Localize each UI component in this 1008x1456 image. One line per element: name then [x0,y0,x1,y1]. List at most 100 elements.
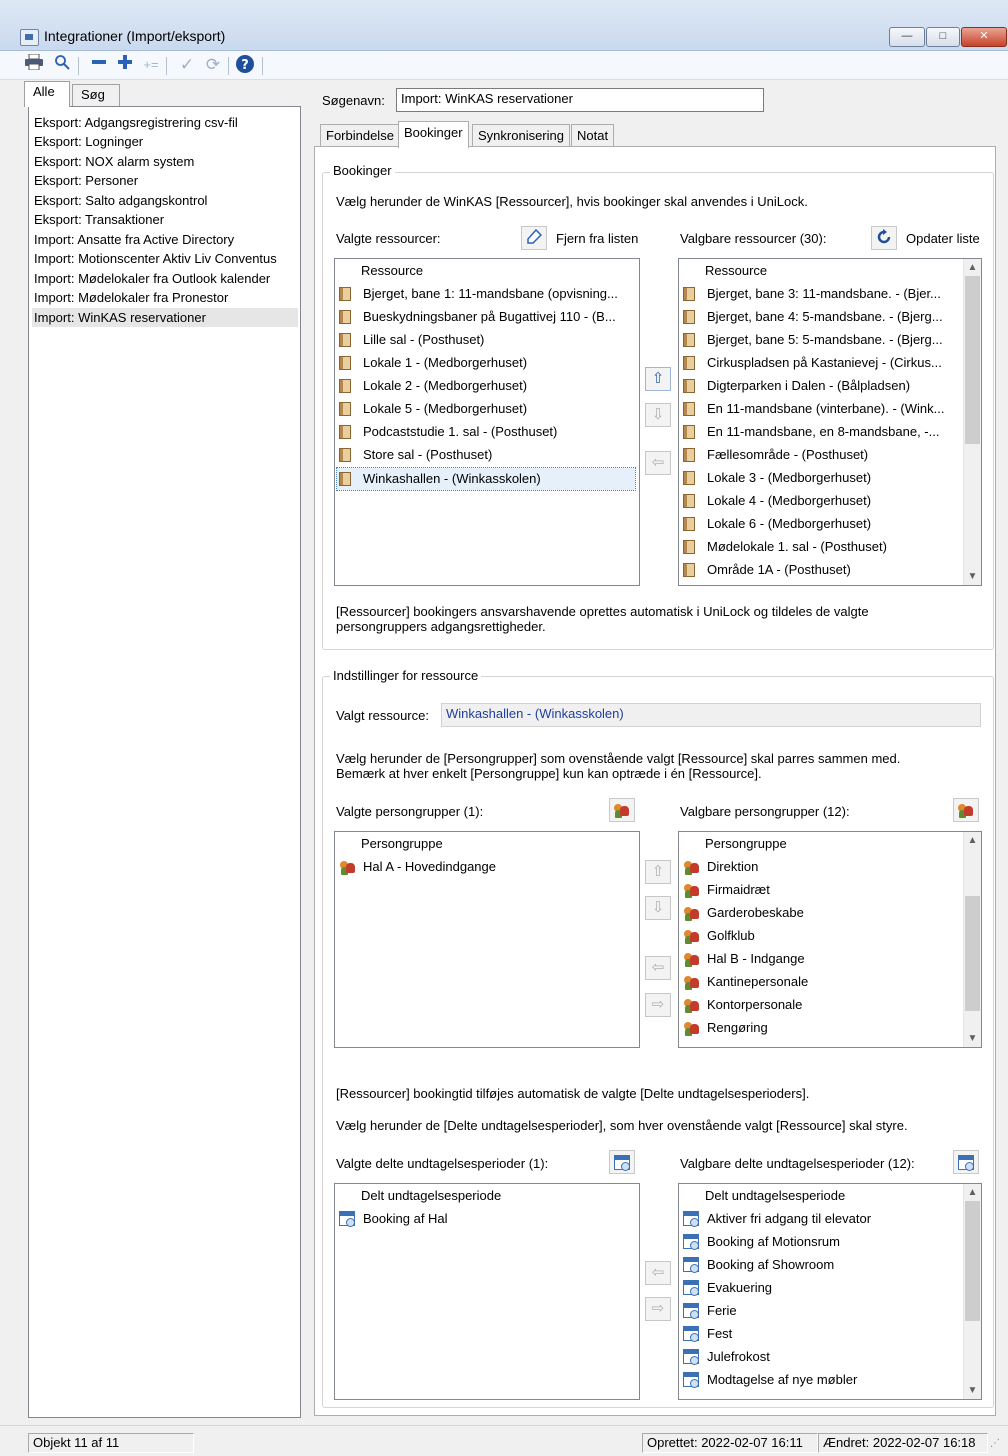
scrollbar[interactable]: ▲ ▼ [963,1184,981,1399]
persongroups-button[interactable] [609,798,635,822]
maximize-button[interactable]: □ [926,27,960,47]
table-row[interactable]: En 11-mandsbane (vinterbane). - (Wink... [681,398,961,420]
table-row[interactable]: Lokale 6 - (Medborgerhuset) [681,513,961,535]
table-row[interactable]: Aktiver fri adgang til elevator [681,1208,961,1230]
table-row[interactable]: Lille sal - (Posthuset) [337,329,637,351]
tab-sog[interactable]: Søg [72,84,120,107]
table-row[interactable]: Lokale 1 - (Medborgerhuset) [337,352,637,374]
table-row[interactable]: Bjerget, bane 5: 5-mandsbane. - (Bjerg..… [681,329,961,351]
available-persongroups-button[interactable] [953,798,979,822]
table-row[interactable]: Område 1A - (Posthuset) [681,559,961,581]
table-row[interactable]: Booking af Hal [337,1208,637,1230]
move-up-button[interactable]: ⇧ [645,367,671,391]
table-row[interactable]: Lokale 4 - (Medborgerhuset) [681,490,961,512]
checkmark-icon[interactable]: ✓ [176,54,198,76]
table-row[interactable]: Bjerget, bane 1: 11-mandsbane (opvisning… [337,283,637,305]
add-list-icon[interactable]: += [140,54,162,76]
print-icon[interactable] [23,53,45,76]
tab-alle[interactable]: Alle [24,81,70,107]
tab-bookinger[interactable]: Bookinger [398,121,469,148]
list-item[interactable]: Eksport: Logninger [32,132,298,151]
tab-notat[interactable]: Notat [571,124,615,147]
table-row[interactable]: Bjerget, bane 3: 11-mandsbane. - (Bjer..… [681,283,961,305]
list-item[interactable]: Eksport: Salto adgangskontrol [32,191,298,210]
scroll-down-icon[interactable]: ▼ [964,568,981,585]
tab-forbindelse[interactable]: Forbindelse [320,124,400,147]
table-row[interactable]: Store sal - (Posthuset) [337,444,637,466]
scroll-up-icon[interactable]: ▲ [964,832,981,849]
table-row[interactable]: Hal B - Indgange [681,948,961,970]
integration-list[interactable]: Eksport: Adgangsregistrering csv-fil Eks… [28,106,301,1418]
list-item[interactable]: Eksport: NOX alarm system [32,152,298,171]
scrollbar[interactable]: ▲ ▼ [963,832,981,1047]
table-row[interactable]: Firmaidræt [681,879,961,901]
table-row[interactable]: Booking af Motionsrum [681,1231,961,1253]
pg-move-left-button[interactable]: ⇦ [645,956,671,980]
table-row[interactable]: Rengøring [681,1017,961,1039]
search-icon[interactable] [51,54,73,76]
scrollbar[interactable]: ▲ ▼ [963,259,981,585]
selected-resources-list[interactable]: Ressource Bjerget, bane 1: 11-mandsbane … [334,258,640,586]
available-resources-list[interactable]: Ressource Bjerget, bane 3: 11-mandsbane.… [678,258,982,586]
table-row[interactable]: Booking af Showroom [681,1254,961,1276]
remove-icon[interactable] [88,54,110,76]
available-persongroups-list[interactable]: Persongruppe Direktion Firmaidræt Garder… [678,831,982,1048]
table-row[interactable]: Garderobeskabe [681,902,961,924]
available-exceptions-list[interactable]: Delt undtagelsesperiode Aktiver fri adga… [678,1183,982,1400]
table-row[interactable]: Kantinepersonale [681,971,961,993]
list-item[interactable]: Import: Ansatte fra Active Directory [32,230,298,249]
refresh-icon[interactable]: ⟳ [202,54,224,76]
resize-grip-icon[interactable]: ⋰ [990,1438,1004,1452]
move-left-button[interactable]: ⇦ [645,451,671,475]
table-row[interactable]: Mødelokale 1. sal - (Posthuset) [681,536,961,558]
refresh-list-label[interactable]: Opdater liste [906,231,980,246]
table-row[interactable]: Modtagelse af nye møbler [681,1369,961,1391]
search-name-input[interactable]: Import: WinKAS reservationer [396,88,764,112]
refresh-list-button[interactable] [871,226,897,250]
scroll-down-icon[interactable]: ▼ [964,1030,981,1047]
table-row[interactable]: Golfklub [681,925,961,947]
table-row[interactable]: Fællesområde - (Posthuset) [681,444,961,466]
table-row[interactable]: Hal A - Hovedindgange [337,856,637,878]
list-item[interactable]: Import: Mødelokaler fra Outlook kalender [32,269,298,288]
table-row[interactable]: Lokale 2 - (Medborgerhuset) [337,375,637,397]
table-row[interactable]: Podcaststudie 1. sal - (Posthuset) [337,421,637,443]
exceptions-button[interactable] [609,1150,635,1174]
list-item[interactable]: Import: Mødelokaler fra Pronestor [32,288,298,307]
table-row[interactable]: Ferie [681,1300,961,1322]
table-row[interactable]: Evakuering [681,1277,961,1299]
pg-move-up-button[interactable]: ⇧ [645,860,671,884]
table-row[interactable]: Lokale 3 - (Medborgerhuset) [681,467,961,489]
table-row[interactable]: En 11-mandsbane, en 8-mandsbane, -... [681,421,961,443]
help-icon[interactable]: ? [234,54,256,76]
table-row[interactable]: Digterparken i Dalen - (Bålpladsen) [681,375,961,397]
table-row[interactable]: Lokale 5 - (Medborgerhuset) [337,398,637,420]
minimize-button[interactable]: — [889,27,925,47]
selected-persongroups-list[interactable]: Persongruppe Hal A - Hovedindgange [334,831,640,1048]
available-exceptions-button[interactable] [953,1150,979,1174]
scroll-down-icon[interactable]: ▼ [964,1382,981,1399]
list-item[interactable]: Eksport: Personer [32,171,298,190]
move-down-button[interactable]: ⇩ [645,403,671,427]
remove-from-list-button[interactable] [521,226,547,250]
tab-synkronisering[interactable]: Synkronisering [472,124,570,147]
close-button[interactable]: ✕ [961,27,1007,47]
table-row[interactable]: Kontorpersonale [681,994,961,1016]
pg-move-down-button[interactable]: ⇩ [645,896,671,920]
scrollbar-thumb[interactable] [965,276,980,444]
table-row[interactable]: Bueskydningsbaner på Bugattivej 110 - (B… [337,306,637,328]
table-row[interactable]: Direktion [681,856,961,878]
remove-from-list-label[interactable]: Fjern fra listen [556,231,638,246]
scrollbar-thumb[interactable] [965,896,980,1011]
ex-move-right-button[interactable]: ⇨ [645,1297,671,1321]
list-item[interactable]: Import: Motionscenter Aktiv Liv Conventu… [32,249,298,268]
list-item-selected[interactable]: Import: WinKAS reservationer [32,308,298,327]
scrollbar-thumb[interactable] [965,1201,980,1321]
table-row[interactable]: Julefrokost [681,1346,961,1368]
list-item[interactable]: Eksport: Transaktioner [32,210,298,229]
table-row[interactable]: Cirkuspladsen på Kastanievej - (Cirkus..… [681,352,961,374]
list-item[interactable]: Eksport: Adgangsregistrering csv-fil [32,113,298,132]
scroll-up-icon[interactable]: ▲ [964,1184,981,1201]
table-row[interactable]: Bjerget, bane 4: 5-mandsbane. - (Bjerg..… [681,306,961,328]
scroll-up-icon[interactable]: ▲ [964,259,981,276]
